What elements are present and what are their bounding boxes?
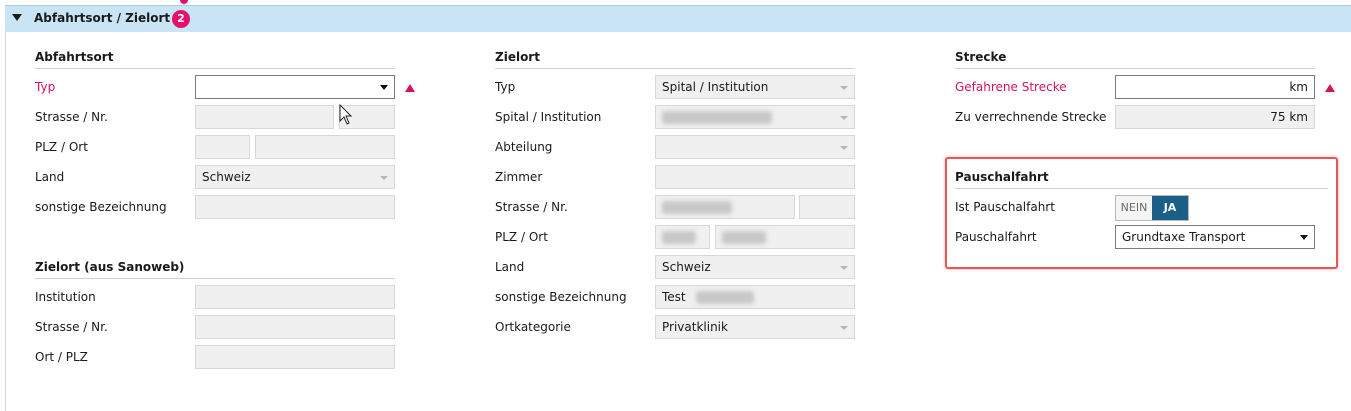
abfahrtsort-typ-select[interactable]: [195, 75, 395, 99]
divider: [35, 278, 395, 279]
zielort-land-select[interactable]: Schweiz: [655, 255, 855, 279]
required-warning-icon: [405, 84, 415, 92]
group-title-abfahrtsort: Abfahrtsort: [35, 50, 114, 64]
zielort-plz-input[interactable]: [655, 225, 710, 249]
label-strasse: Strasse / Nr.: [35, 320, 108, 334]
zielort-ortkategorie-select[interactable]: Privatklinik: [655, 315, 855, 339]
label-sonstige: sonstige Bezeichnung: [35, 200, 167, 214]
abfahrtsort-sonstige-input[interactable]: [195, 195, 395, 219]
pauschalfahrt-toggle[interactable]: NEIN JA: [1115, 195, 1189, 221]
label-institution: Institution: [35, 290, 96, 304]
label-land: Land: [495, 260, 525, 274]
redacted-value: [662, 111, 772, 124]
label-verrechnende-strecke: Zu verrechnende Strecke: [955, 110, 1107, 124]
chevron-down-icon: [380, 176, 388, 180]
collapse-caret-icon[interactable]: [12, 14, 22, 21]
chevron-down-icon: [840, 86, 848, 90]
chevron-down-icon: [840, 146, 848, 150]
label-abteilung: Abteilung: [495, 140, 553, 154]
panel-border: [5, 31, 6, 411]
sanoweb-ort-input[interactable]: [195, 345, 395, 369]
chevron-down-icon: [840, 326, 848, 330]
label-gefahrene-strecke: Gefahrene Strecke: [955, 80, 1067, 94]
redacted-value: [696, 291, 754, 304]
group-title-zielort-sanoweb: Zielort (aus Sanoweb): [35, 260, 185, 274]
toggle-option-ja[interactable]: JA: [1152, 196, 1188, 220]
label-spital: Spital / Institution: [495, 110, 602, 124]
abfahrtsort-ort-input[interactable]: [255, 135, 395, 159]
abfahrtsort-land-select[interactable]: Schweiz: [195, 165, 395, 189]
chevron-down-icon: [380, 85, 388, 90]
label-zimmer: Zimmer: [495, 170, 543, 184]
redacted-value: [662, 231, 696, 244]
gefahrene-strecke-input[interactable]: km: [1115, 75, 1315, 99]
toggle-option-nein[interactable]: NEIN: [1116, 196, 1152, 220]
section-title: Abfahrtsort / Zielort: [34, 11, 171, 25]
label-plz-ort: PLZ / Ort: [35, 140, 88, 154]
label-pauschalfahrt: Pauschalfahrt: [955, 230, 1037, 244]
abfahrtsort-plz-input[interactable]: [195, 135, 250, 159]
group-title-strecke: Strecke: [955, 50, 1007, 64]
label-typ: Typ: [35, 80, 56, 94]
group-title-zielort: Zielort: [495, 50, 540, 64]
pauschalfahrt-select[interactable]: Grundtaxe Transport: [1115, 225, 1315, 249]
zielort-zimmer-input[interactable]: [655, 165, 855, 189]
label-sonstige: sonstige Bezeichnung: [495, 290, 627, 304]
verrechnende-strecke-field: 75 km: [1115, 105, 1315, 129]
chevron-down-icon: [840, 266, 848, 270]
zielort-strasse-input[interactable]: [655, 195, 795, 219]
required-warning-icon: [1325, 84, 1335, 92]
sanoweb-strasse-input[interactable]: [195, 315, 395, 339]
notification-dot: [180, 0, 188, 4]
divider: [955, 188, 1328, 189]
count-badge: 2: [172, 10, 190, 28]
zielort-abteilung-select[interactable]: [655, 135, 855, 159]
divider: [955, 68, 1315, 69]
label-plz-ort: PLZ / Ort: [495, 230, 548, 244]
redacted-value: [662, 201, 732, 214]
label-land: Land: [35, 170, 65, 184]
label-strasse: Strasse / Nr.: [495, 200, 568, 214]
chevron-down-icon: [840, 116, 848, 120]
divider: [495, 68, 855, 69]
label-ist-pauschalfahrt: Ist Pauschalfahrt: [955, 200, 1055, 214]
label-typ: Typ: [495, 80, 516, 94]
redacted-value: [722, 231, 766, 244]
abfahrtsort-strasse-input[interactable]: [195, 105, 334, 129]
zielort-ort-input[interactable]: [715, 225, 855, 249]
group-title-pauschalfahrt: Pauschalfahrt: [955, 170, 1049, 184]
divider: [35, 68, 395, 69]
mouse-cursor-icon: [339, 104, 353, 125]
zielort-sonstige-input[interactable]: Test: [655, 285, 855, 309]
label-ortkategorie: Ortkategorie: [495, 320, 571, 334]
zielort-typ-select[interactable]: Spital / Institution: [655, 75, 855, 99]
label-ort-plz: Ort / PLZ: [35, 350, 88, 364]
zielort-spital-select[interactable]: [655, 105, 855, 129]
zielort-nr-input[interactable]: [799, 195, 855, 219]
section-header[interactable]: Abfahrtsort / Zielort 2: [5, 5, 1351, 32]
label-strasse: Strasse / Nr.: [35, 110, 108, 124]
sanoweb-institution-input[interactable]: [195, 285, 395, 309]
chevron-down-icon: [1300, 235, 1308, 240]
